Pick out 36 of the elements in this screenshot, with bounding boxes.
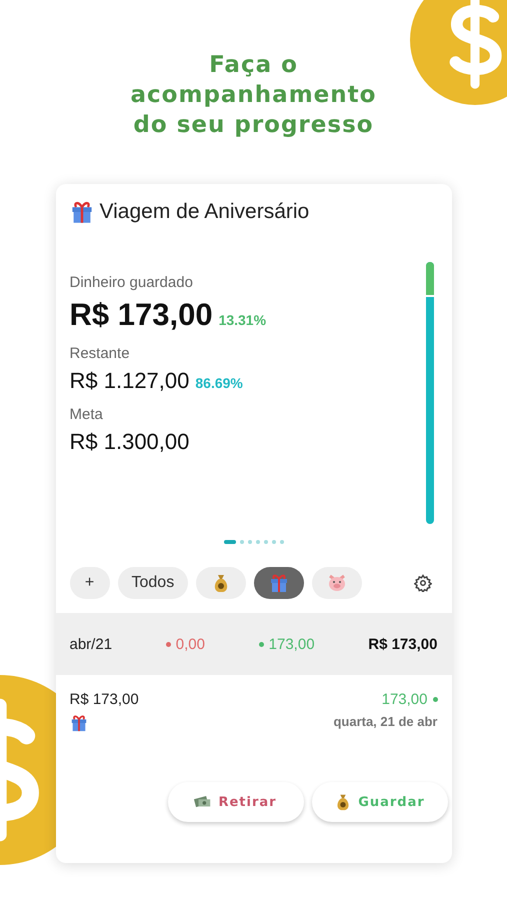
filter-chip[interactable] <box>196 567 246 599</box>
month-total: R$ 173,00 <box>368 636 438 652</box>
entry-date: quarta, 21 de abr <box>333 714 438 729</box>
saved-total: 173,00 <box>268 636 315 652</box>
entry-amount: R$ 173,00 <box>70 691 139 708</box>
page-dot[interactable] <box>264 540 268 544</box>
page-dot[interactable] <box>256 540 260 544</box>
bullet-icon <box>432 697 438 702</box>
filter-chip[interactable]: Todos <box>118 567 188 599</box>
remaining-label: Restante <box>70 345 131 362</box>
gift-icon <box>70 714 88 732</box>
target-amount: R$ 1.300,00 <box>70 429 190 455</box>
withdrawn-total: 0,00 <box>176 636 205 652</box>
page-dot[interactable] <box>248 540 252 544</box>
saved-percent: 13.31% <box>218 312 266 328</box>
saved-amount: R$ 173,00 <box>70 297 213 333</box>
month-label: abr/21 <box>70 636 112 652</box>
saved-label: Dinheiro guardado <box>70 274 194 291</box>
settings-icon[interactable] <box>414 574 432 592</box>
gift-icon <box>70 200 94 224</box>
pig-icon <box>327 573 348 593</box>
goal-title: Viagem de Aniversário <box>100 200 310 224</box>
page-dot[interactable] <box>240 540 244 544</box>
page-dot[interactable] <box>280 540 284 544</box>
page-dot[interactable] <box>272 540 276 544</box>
headline: Faça o acompanhamento do seu progresso <box>130 51 378 140</box>
target-label: Meta <box>70 406 104 423</box>
bullet-icon <box>166 642 171 646</box>
filter-chip[interactable] <box>254 567 304 599</box>
entry-value: 173,00 <box>382 691 428 708</box>
remaining-percent: 86.69% <box>195 375 243 391</box>
bullet-icon <box>258 642 264 646</box>
filter-chip[interactable]: + <box>70 567 110 599</box>
withdraw-button[interactable]: Retirar <box>168 782 304 822</box>
remaining-amount: R$ 1.127,00 <box>70 368 190 394</box>
gift-icon <box>269 573 290 593</box>
